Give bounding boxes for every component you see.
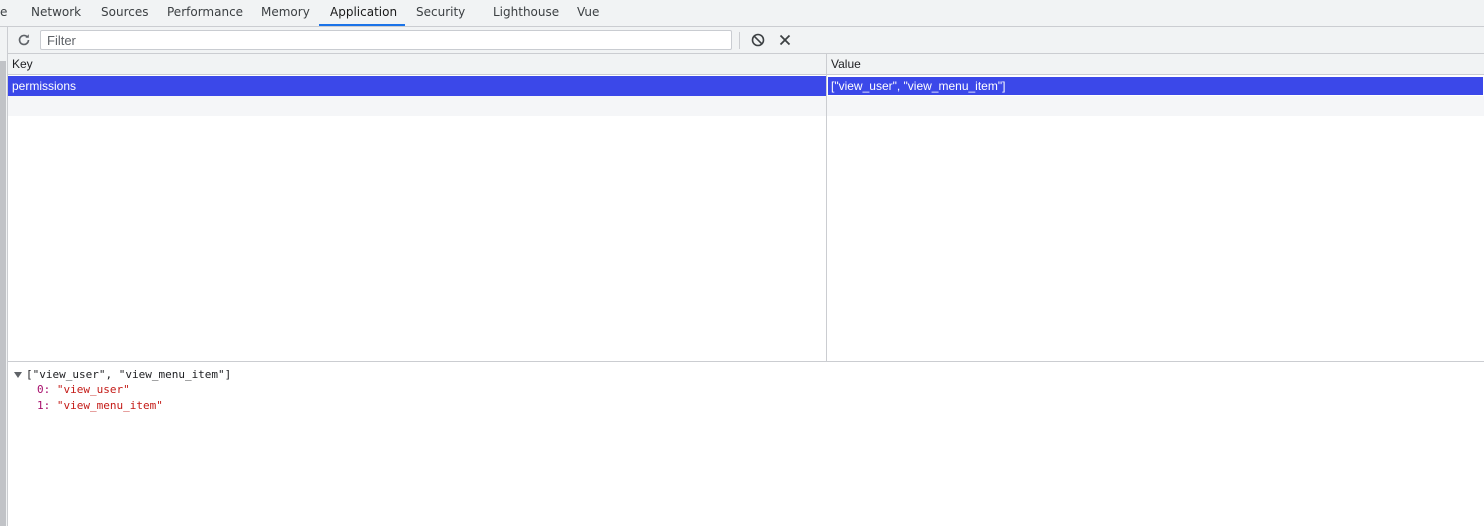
preview-item-value: "view_menu_item" — [56, 399, 163, 412]
storage-toolbar — [8, 27, 1484, 54]
preview-summary[interactable]: ["view_user", "view_menu_item"] — [26, 368, 231, 381]
storage-table: Key Value permissions ["view_user", "vie… — [8, 54, 1484, 362]
toolbar-divider — [739, 32, 740, 49]
tab-application[interactable]: Application — [330, 0, 397, 26]
devtools-tab-bar: e Network Sources Performance Memory App… — [0, 0, 1484, 27]
column-header-key[interactable]: Key — [8, 54, 826, 75]
tab-partial[interactable]: e — [0, 0, 7, 26]
table-header: Key Value — [8, 54, 1484, 75]
tab-security[interactable]: Security — [416, 0, 465, 26]
preview-array-item: 1: "view_menu_item" — [37, 399, 163, 412]
tab-vue[interactable]: Vue — [577, 0, 599, 26]
expand-triangle-icon[interactable] — [14, 372, 22, 378]
tab-lighthouse[interactable]: Lighthouse — [493, 0, 559, 26]
active-tab-indicator — [319, 24, 405, 26]
row-value-cell: ["view_user", "view_menu_item"] — [831, 79, 1006, 93]
preview-array-item: 0: "view_user" — [37, 383, 130, 396]
column-divider[interactable] — [826, 54, 827, 361]
row-value-editor[interactable]: ["view_user", "view_menu_item"] — [827, 76, 1484, 96]
sidebar-scrollbar[interactable] — [0, 61, 6, 526]
column-header-value[interactable]: Value — [827, 54, 1484, 75]
tab-performance[interactable]: Performance — [167, 0, 243, 26]
preview-item-index: 0 — [37, 383, 44, 396]
tab-sources[interactable]: Sources — [101, 0, 148, 26]
close-icon[interactable] — [777, 32, 793, 48]
preview-item-value: "view_user" — [56, 383, 130, 396]
refresh-icon[interactable] — [16, 32, 32, 48]
preview-item-index: 1 — [37, 399, 44, 412]
block-icon[interactable] — [750, 32, 766, 48]
filter-input[interactable] — [40, 30, 732, 50]
tab-memory[interactable]: Memory — [261, 0, 310, 26]
row-key-cell: permissions — [12, 79, 77, 93]
sidebar-edge[interactable] — [0, 27, 8, 526]
table-row[interactable]: permissions ["view_user", "view_menu_ite… — [8, 76, 1484, 96]
tab-network[interactable]: Network — [31, 0, 81, 26]
devtools-application-panel: e Network Sources Performance Memory App… — [0, 0, 1484, 526]
table-row-empty[interactable] — [8, 96, 1484, 116]
value-preview-pane: ["view_user", "view_menu_item"] 0: "view… — [8, 363, 1484, 526]
